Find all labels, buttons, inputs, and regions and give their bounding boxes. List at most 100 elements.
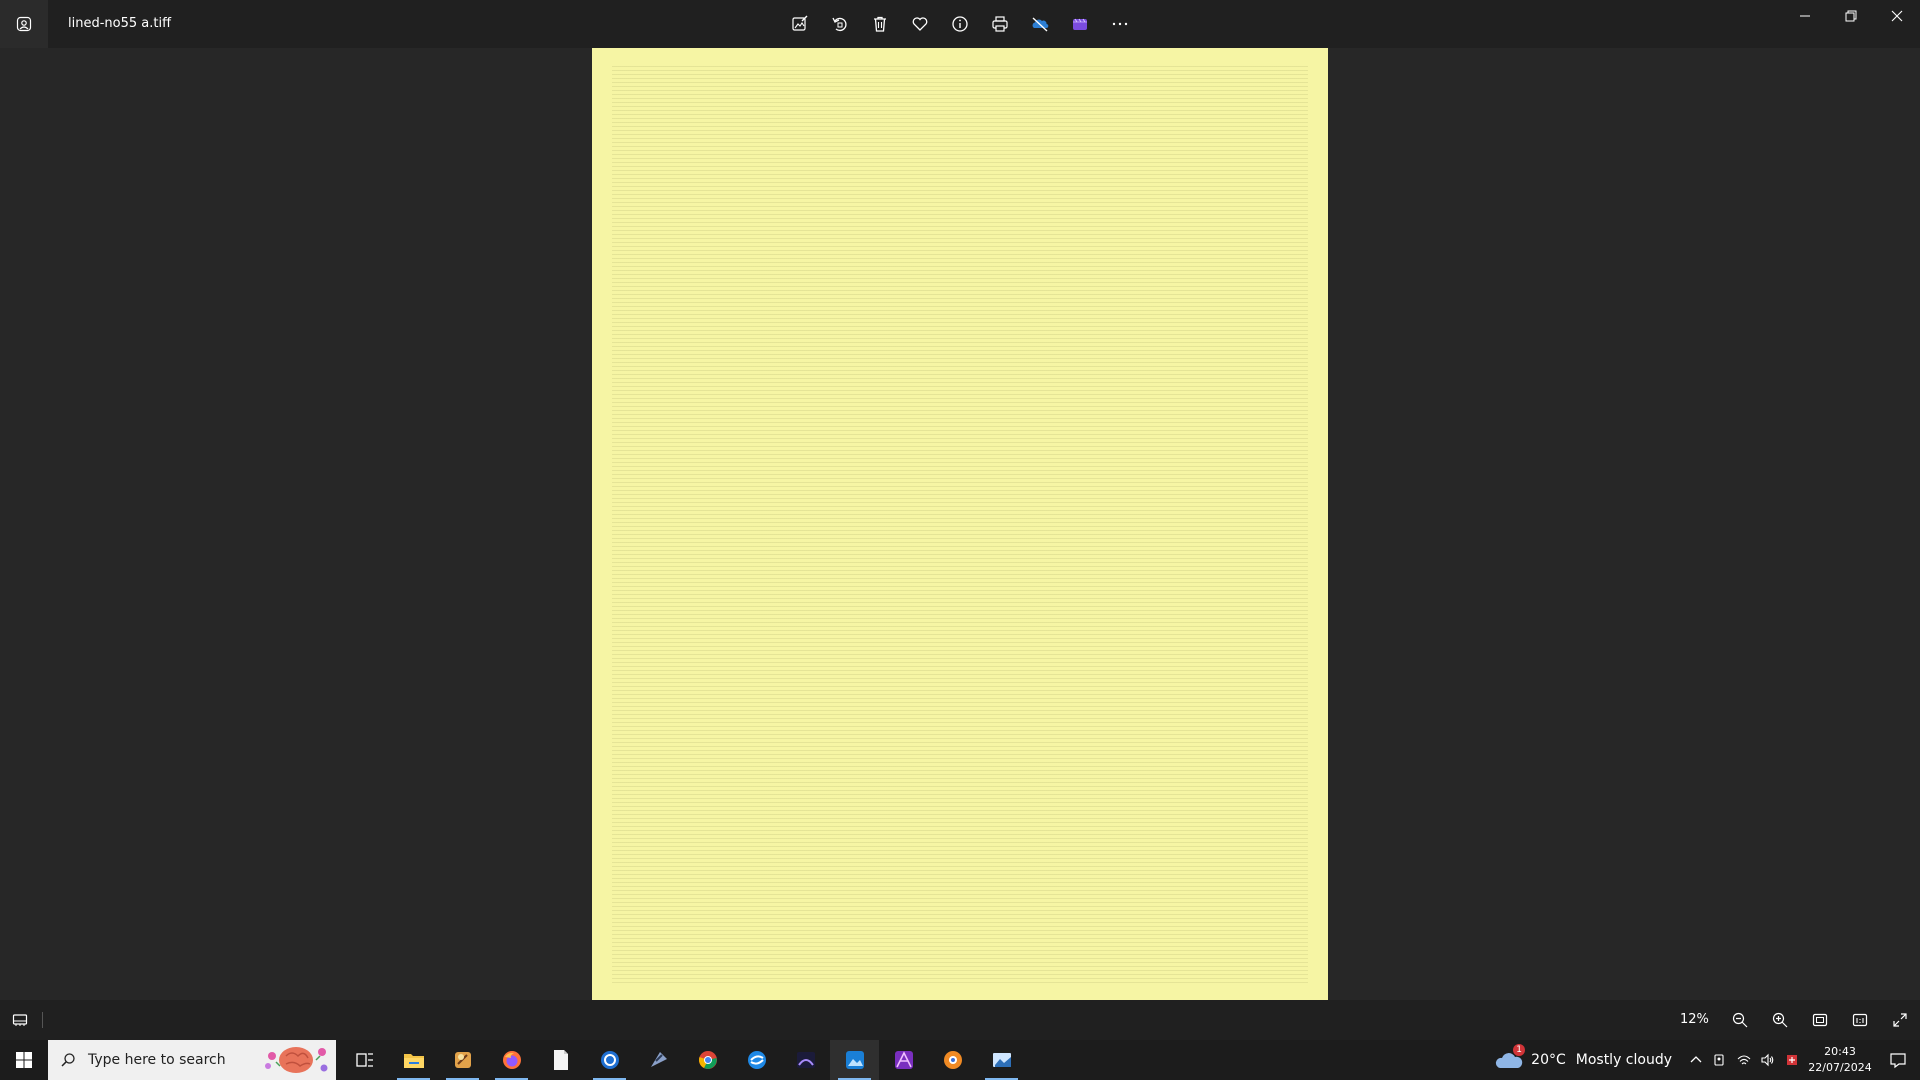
restore-icon xyxy=(1845,10,1857,22)
taskbar-firefox[interactable] xyxy=(487,1040,536,1080)
photos-app-taskbar-icon xyxy=(845,1051,864,1069)
taskbar-blank-document[interactable] xyxy=(536,1040,585,1080)
taskbar-app-9[interactable] xyxy=(781,1040,830,1080)
expand-icon xyxy=(1893,1013,1907,1027)
fit-window-icon xyxy=(1812,1013,1828,1027)
weather-alert-badge: 1 xyxy=(1513,1044,1526,1056)
cloudy-weather-icon: 1 xyxy=(1495,1044,1526,1072)
zoom-out-icon xyxy=(1732,1012,1748,1028)
notification-icon xyxy=(1890,1053,1906,1069)
windows-logo-icon xyxy=(16,1052,32,1068)
file-name: lined-no55 a.tiff xyxy=(68,16,172,31)
taskbar-chrome[interactable] xyxy=(683,1040,732,1080)
system-clock[interactable]: 20:43 22/07/2024 xyxy=(1804,1044,1876,1076)
full-screen-button[interactable] xyxy=(1880,1000,1920,1040)
close-icon xyxy=(1891,10,1903,22)
drawing-app-icon xyxy=(454,1052,471,1068)
photo-editor-app-icon xyxy=(796,1052,815,1068)
chrome-icon xyxy=(698,1051,717,1069)
onedrive-button[interactable] xyxy=(1020,4,1060,44)
rotate-icon xyxy=(832,17,847,32)
meet-now-button[interactable] xyxy=(1708,1040,1732,1080)
taskbar-app-12[interactable] xyxy=(928,1040,977,1080)
status-divider xyxy=(42,1012,43,1028)
photos-app-icon[interactable] xyxy=(0,0,48,48)
ruled-lines xyxy=(612,66,1308,986)
pen-tool-app-icon xyxy=(650,1052,667,1067)
actual-size-icon xyxy=(1852,1013,1868,1027)
blue-circle-app-icon xyxy=(600,1051,619,1069)
wifi-icon xyxy=(1737,1055,1751,1065)
clock-time: 20:43 xyxy=(1824,1045,1856,1058)
pinned-apps xyxy=(340,1040,1026,1080)
affinity-app-icon xyxy=(894,1051,913,1069)
zoom-level[interactable]: 12% xyxy=(1680,1000,1709,1040)
tray-icons: 20:43 22/07/2024 xyxy=(1684,1040,1920,1080)
start-button[interactable] xyxy=(0,1040,48,1080)
delete-button[interactable] xyxy=(860,4,900,44)
orange-gear-app-icon xyxy=(943,1051,962,1069)
taskbar: Type here to search 1 20°C Mostly cloudy… xyxy=(0,1040,1920,1080)
close-button[interactable] xyxy=(1874,0,1920,32)
minimize-icon xyxy=(1800,15,1810,17)
search-placeholder: Type here to search xyxy=(88,1052,226,1068)
zoom-out-button[interactable] xyxy=(1720,1000,1760,1040)
task-view-button[interactable] xyxy=(340,1040,389,1080)
security-tray-button[interactable] xyxy=(1780,1040,1804,1080)
firefox-icon xyxy=(502,1051,521,1069)
security-shield-icon xyxy=(1787,1055,1797,1065)
taskbar-app-6[interactable] xyxy=(634,1040,683,1080)
chevron-up-icon xyxy=(1690,1056,1702,1063)
delete-icon xyxy=(874,16,886,32)
task-view-icon xyxy=(355,1053,373,1067)
volume-button[interactable] xyxy=(1756,1040,1780,1080)
sync-app-icon xyxy=(747,1051,766,1069)
window-controls xyxy=(1782,0,1920,32)
clipchamp-icon xyxy=(1073,18,1087,30)
favorite-button[interactable] xyxy=(900,4,940,44)
zoom-in-button[interactable] xyxy=(1760,1000,1800,1040)
taskbar-affinity[interactable] xyxy=(879,1040,928,1080)
more-options-button[interactable] xyxy=(1100,4,1140,44)
notifications-button[interactable] xyxy=(1876,1040,1920,1080)
show-hidden-icons-button[interactable] xyxy=(1684,1040,1708,1080)
image-canvas[interactable] xyxy=(0,48,1920,1000)
taskbar-app-8[interactable] xyxy=(732,1040,781,1080)
weather-widget[interactable]: 1 20°C Mostly cloudy xyxy=(1495,1040,1684,1080)
camera-icon xyxy=(1714,1054,1724,1066)
weather-temperature: 20°C xyxy=(1531,1052,1566,1068)
taskbar-app-13[interactable] xyxy=(977,1040,1026,1080)
filmstrip-button[interactable] xyxy=(8,1008,32,1032)
info-icon xyxy=(952,16,968,32)
displayed-image[interactable] xyxy=(592,48,1328,1000)
weather-condition: Mostly cloudy xyxy=(1575,1052,1672,1068)
system-tray: 1 20°C Mostly cloudy 20:43 22/07/2024 xyxy=(1495,1040,1920,1080)
taskbar-app-5[interactable] xyxy=(585,1040,634,1080)
heart-icon xyxy=(912,17,928,31)
fit-to-window-button[interactable] xyxy=(1800,1000,1840,1040)
photos-icon xyxy=(16,16,32,32)
zoom-in-icon xyxy=(1772,1012,1788,1028)
viewer-toolbar xyxy=(780,4,1140,44)
title-bar: lined-no55 a.tiff xyxy=(0,0,1920,48)
search-icon xyxy=(48,1052,88,1068)
taskbar-search-box[interactable]: Type here to search xyxy=(48,1040,336,1080)
print-button[interactable] xyxy=(980,4,1020,44)
actual-size-button[interactable] xyxy=(1840,1000,1880,1040)
status-bar: 12% xyxy=(0,1000,1920,1040)
file-info-button[interactable] xyxy=(940,4,980,44)
network-button[interactable] xyxy=(1732,1040,1756,1080)
taskbar-app-2[interactable] xyxy=(438,1040,487,1080)
clipchamp-button[interactable] xyxy=(1060,4,1100,44)
taskbar-photos[interactable] xyxy=(830,1040,879,1080)
onedrive-icon xyxy=(1032,17,1049,32)
minimize-button[interactable] xyxy=(1782,0,1828,32)
edit-image-button[interactable] xyxy=(780,4,820,44)
edit-image-icon xyxy=(792,15,808,31)
filmstrip-icon xyxy=(12,1014,28,1026)
restore-button[interactable] xyxy=(1828,0,1874,32)
rotate-button[interactable] xyxy=(820,4,860,44)
more-icon xyxy=(1112,22,1128,26)
taskbar-file-explorer[interactable] xyxy=(389,1040,438,1080)
image-viewer-app-icon xyxy=(992,1053,1011,1067)
